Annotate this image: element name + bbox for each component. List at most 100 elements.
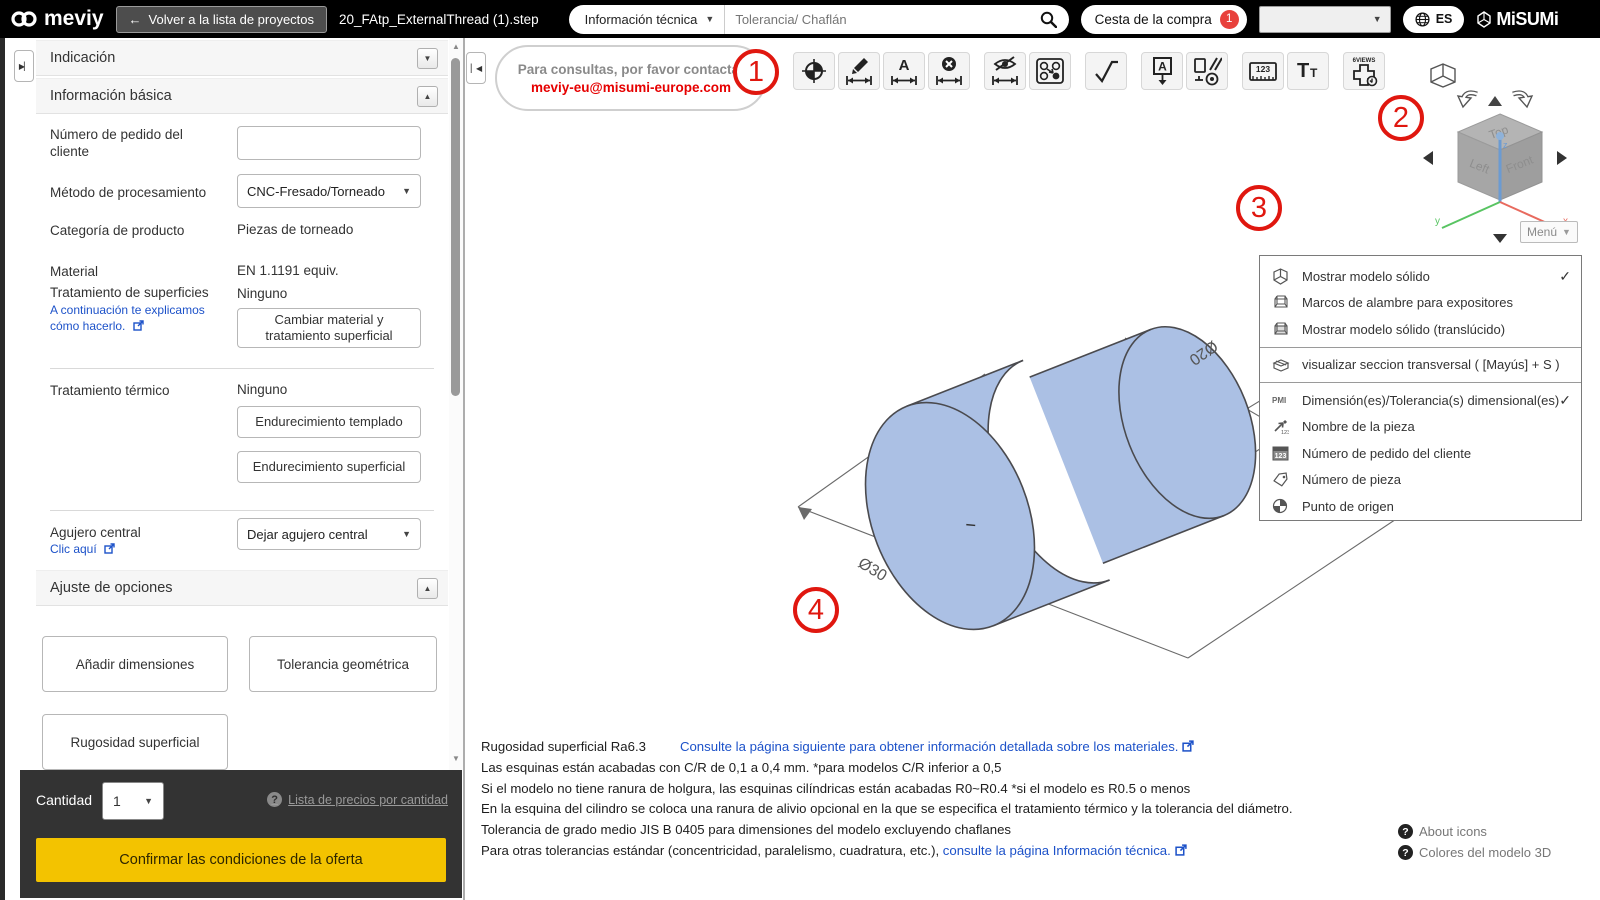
edit-dimension-button[interactable] (838, 52, 880, 90)
cylinder-model[interactable] (834, 290, 1288, 654)
header-search: Información técnica ▼ (568, 4, 1069, 34)
order-number-input[interactable] (237, 126, 421, 160)
origin-point-icon (1272, 498, 1302, 514)
origin-target-button[interactable] (793, 52, 835, 90)
order-number-icon: 123 (1272, 446, 1302, 461)
quantity-select[interactable]: 1 ▼ (102, 782, 164, 820)
view-menu-button[interactable]: Menú ▼ (1520, 221, 1578, 243)
menu-item-origin-point[interactable]: Punto de origen (1260, 493, 1581, 520)
delete-dimension-icon (936, 57, 962, 85)
note-line: En la esquina del cilindro se coloca una… (481, 801, 1293, 817)
annotation-3: 3 (1236, 185, 1282, 231)
six-views-button[interactable]: 6VIEWS (1343, 52, 1385, 90)
contact-bubble: Para consultas, por favor contactar mevi… (495, 45, 767, 111)
annotation-1: 1 (733, 49, 779, 95)
chevron-down-icon: ▼ (144, 796, 153, 806)
confirm-quote-button[interactable]: Confirmar las condiciones de la oferta (36, 838, 446, 882)
collapse-indication-button[interactable]: ▼ (417, 47, 438, 69)
note-line: Tolerancia de grado medio JIS B 0405 par… (481, 822, 1012, 838)
rotate-left-icon[interactable] (1456, 90, 1478, 109)
view-cube-icon[interactable] (1430, 63, 1456, 88)
scroll-down-icon[interactable]: ▼ (452, 754, 460, 763)
center-hole-label: Agujero central (50, 525, 141, 540)
section-indication[interactable]: Indicación ▼ (36, 40, 448, 76)
geometric-tolerance-button[interactable]: Tolerancia geométrica (249, 636, 437, 692)
collapse-basic-info-button[interactable]: ▲ (417, 85, 438, 107)
section-basic-info[interactable]: Información básica ▲ (36, 78, 448, 114)
datum-label-button[interactable]: A (1141, 52, 1183, 90)
menu-item-order-number[interactable]: 123 Número de pedido del cliente (1260, 440, 1581, 467)
datum-points-button[interactable] (1029, 52, 1071, 90)
surface-hardening-button[interactable]: Endurecimiento superficial (237, 451, 421, 483)
add-dimensions-button[interactable]: Añadir dimensiones (42, 636, 228, 692)
misumi-logo[interactable]: MiSUMi (1476, 9, 1559, 30)
navigation-cube[interactable]: Top Left Front y x z (1435, 113, 1568, 229)
collapse-options-button[interactable]: ▲ (417, 577, 438, 599)
search-icon[interactable] (1036, 11, 1069, 28)
center-hole-select[interactable]: Dejar agujero central ▼ (237, 518, 421, 550)
svg-text:T: T (1310, 66, 1318, 80)
quench-hardening-button[interactable]: Endurecimiento templado (237, 406, 421, 438)
text-dimension-button[interactable]: A (883, 52, 925, 90)
materials-info-link[interactable]: Consulte la página siguiente para obtene… (680, 739, 1179, 754)
model-colors-link[interactable]: ? Colores del modelo 3D (1398, 845, 1551, 860)
rotate-left-step-icon[interactable] (1423, 151, 1433, 165)
hide-dimension-button[interactable] (984, 52, 1026, 90)
contact-text: Para consultas, por favor contactar (517, 61, 745, 77)
scrollbar-thumb[interactable] (451, 58, 460, 396)
rotate-right-step-icon[interactable] (1557, 151, 1567, 165)
3d-viewport[interactable]: Ø30 Ø20 ▏◀ Para consultas, por favor con… (465, 38, 1600, 900)
menu-item-translucent[interactable]: Mostrar modelo sólido (translúcido) (1260, 316, 1581, 343)
about-icons-link[interactable]: ? About icons (1398, 824, 1487, 839)
wireframe-cube-icon (1272, 294, 1302, 311)
change-material-button[interactable]: Cambiar material y tratamiento superfici… (237, 308, 421, 348)
settings-sidebar: Indicación ▼ Información básica ▲ Número… (36, 38, 448, 770)
search-category-select[interactable]: Información técnica ▼ (569, 4, 726, 34)
collapse-panel-button[interactable]: ▏◀ (466, 52, 486, 84)
geometric-tolerance-tool-button[interactable] (1186, 52, 1228, 90)
sidebar-scrollbar[interactable]: ▲ ▼ (449, 38, 463, 770)
delete-dimension-button[interactable] (928, 52, 970, 90)
external-link-icon (1175, 844, 1187, 856)
menu-item-wireframe[interactable]: Marcos de alambre para expositores (1260, 290, 1581, 317)
meviy-logo-icon (11, 11, 37, 27)
external-link-icon (133, 320, 144, 331)
scroll-up-icon[interactable]: ▲ (452, 42, 460, 51)
surface-roughness-button[interactable]: Rugosidad superficial (42, 714, 228, 770)
chevron-down-icon: ▼ (1562, 227, 1571, 237)
surface-roughness-tool-button[interactable] (1085, 52, 1127, 90)
back-to-projects-button[interactable]: ← Volver a la lista de proyectos (115, 5, 328, 33)
menu-item-solid-model[interactable]: Mostrar modelo sólido ✓ (1260, 263, 1581, 290)
contact-email[interactable]: meviy-eu@misumi-europe.com (531, 80, 731, 95)
menu-item-part-name[interactable]: 123 Nombre de la pieza (1260, 414, 1581, 441)
back-arrow-icon: ← (128, 11, 142, 27)
heat-treatment-label: Tratamiento térmico (50, 383, 170, 398)
menu-item-cross-section[interactable]: visualizar seccion transversal ( [Mayús]… (1260, 352, 1581, 379)
text-size-button[interactable]: T T (1287, 52, 1329, 90)
note-line: Las esquinas están acabadas con C/R de 0… (481, 759, 1002, 775)
menu-item-pmi-dimensions[interactable]: PMI Dimensión(es)/Tolerancia(s) dimensio… (1260, 387, 1581, 414)
rotate-down-icon[interactable] (1493, 234, 1507, 243)
rotate-up-icon[interactable] (1488, 96, 1502, 106)
expand-panel-button[interactable]: ▶▏ (14, 50, 34, 82)
processing-method-select[interactable]: CNC-Fresado/Torneado ▼ (237, 174, 421, 208)
heat-treatment-value: Ninguno (237, 382, 288, 397)
price-list-link[interactable]: ? Lista de precios por cantidad (267, 792, 448, 807)
technical-info-link[interactable]: consulte la página Información técnica. (943, 843, 1171, 858)
cart-button[interactable]: Cesta de la compra 1 (1080, 4, 1247, 34)
surface-treatment-help-link[interactable]: A continuación te explicamos cómo hacerl… (50, 302, 220, 334)
open-file-name: 20_FAtp_ExternalThread (1).step (339, 11, 539, 27)
menu-item-part-number[interactable]: Número de pieza (1260, 467, 1581, 494)
svg-text:A: A (899, 57, 910, 74)
language-dropdown[interactable]: ▼ (1258, 5, 1391, 33)
rotate-right-icon[interactable] (1512, 90, 1534, 109)
datum-points-icon (1036, 58, 1064, 84)
search-input[interactable] (725, 11, 1036, 27)
misumi-logo-icon (1477, 10, 1492, 28)
six-views-icon: 6VIEWS (1353, 58, 1378, 87)
locale-button[interactable]: ES (1402, 5, 1465, 33)
meviy-logo[interactable]: meviy (10, 7, 104, 31)
center-hole-link[interactable]: Clic aquí (50, 541, 222, 557)
measure-ruler-button[interactable]: 123 (1242, 52, 1284, 90)
section-options[interactable]: Ajuste de opciones ▲ (36, 570, 448, 606)
